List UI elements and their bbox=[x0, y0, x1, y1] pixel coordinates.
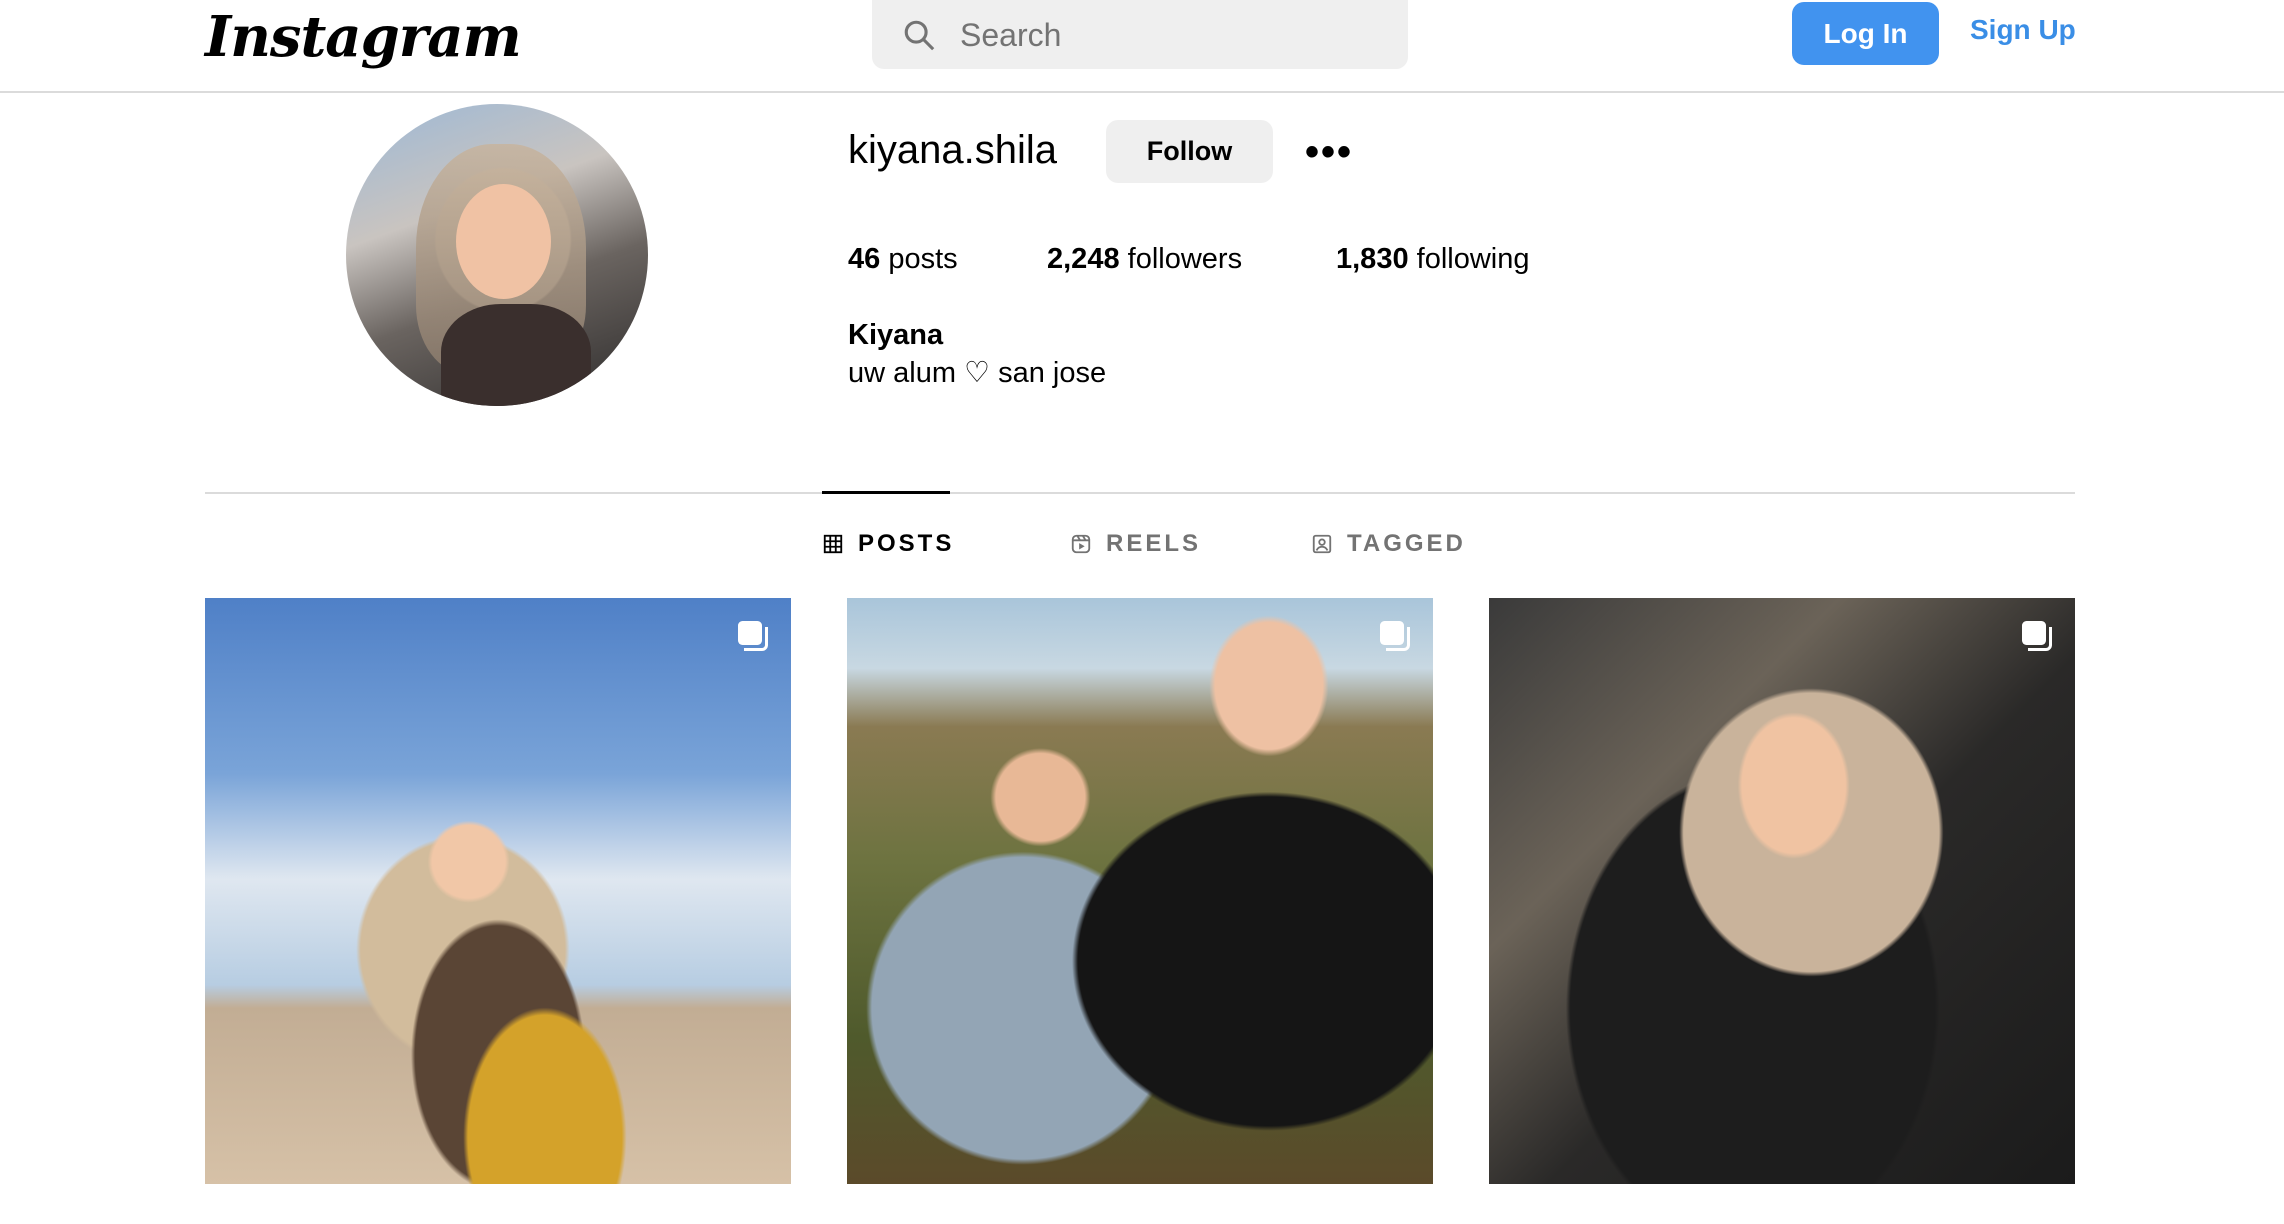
posts-label: posts bbox=[888, 243, 958, 275]
log-in-button[interactable]: Log In bbox=[1792, 2, 1939, 65]
tab-tagged-label: TAGGED bbox=[1347, 530, 1466, 557]
search-input[interactable] bbox=[960, 10, 1380, 60]
following-count: 1,830 bbox=[1336, 243, 1409, 275]
profile-avatar[interactable] bbox=[346, 104, 648, 406]
post-thumbnail[interactable] bbox=[847, 598, 1433, 1184]
tab-posts-label: POSTS bbox=[858, 530, 955, 557]
profile-bio: uw alum ♡ san jose bbox=[848, 357, 1107, 389]
profile-full-name: Kiyana bbox=[848, 319, 944, 351]
tabs-divider bbox=[205, 492, 2075, 494]
active-tab-indicator bbox=[822, 491, 950, 494]
instagram-logo[interactable]: Instagram bbox=[205, 4, 522, 70]
followers-count: 2,248 bbox=[1047, 243, 1120, 275]
profile-username: kiyana.shila bbox=[848, 128, 1058, 172]
follow-button[interactable]: Follow bbox=[1106, 120, 1273, 183]
grid-icon bbox=[823, 534, 843, 554]
multiple-photos-icon bbox=[738, 621, 768, 651]
search-box[interactable] bbox=[872, 0, 1408, 69]
tab-posts[interactable]: POSTS bbox=[822, 530, 954, 558]
multiple-photos-icon bbox=[1380, 621, 1410, 651]
reels-icon bbox=[1071, 534, 1091, 554]
tagged-icon bbox=[1312, 534, 1332, 554]
multiple-photos-icon bbox=[2022, 621, 2052, 651]
tab-reels-label: REELS bbox=[1106, 530, 1202, 557]
avatar-body-shape bbox=[441, 304, 591, 406]
search-icon bbox=[904, 20, 935, 51]
following-label: following bbox=[1416, 243, 1530, 275]
avatar-face-shape bbox=[456, 184, 551, 299]
followers-label: followers bbox=[1127, 243, 1243, 275]
sign-up-link[interactable]: Sign Up bbox=[1970, 14, 2076, 46]
followers-count-stat[interactable]: 2,248 followers bbox=[1047, 243, 1242, 276]
post-thumbnail[interactable] bbox=[205, 598, 791, 1184]
posts-count: 46 bbox=[848, 243, 881, 275]
top-navigation-bar: Instagram Log In Sign Up bbox=[0, 0, 2284, 93]
tab-tagged[interactable]: TAGGED bbox=[1311, 530, 1466, 558]
following-count-stat[interactable]: 1,830 following bbox=[1336, 243, 1529, 276]
tab-reels[interactable]: REELS bbox=[1070, 530, 1201, 558]
more-options-icon[interactable]: ••• bbox=[1305, 132, 1353, 172]
post-thumbnail[interactable] bbox=[1489, 598, 2075, 1184]
posts-count-stat: 46 posts bbox=[848, 243, 958, 276]
